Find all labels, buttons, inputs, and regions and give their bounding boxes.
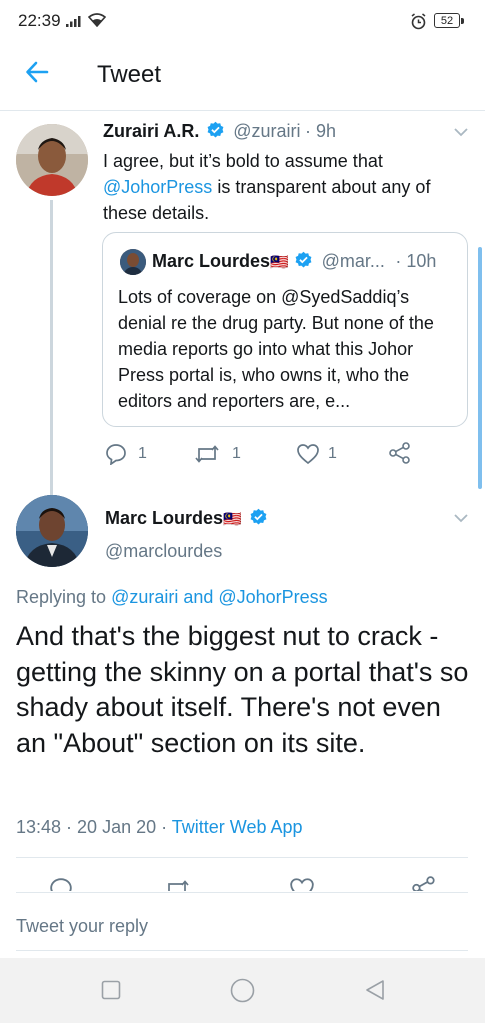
reply-input[interactable]: Tweet your reply xyxy=(16,916,148,937)
thread-line xyxy=(50,200,53,495)
reply-count: 1 xyxy=(138,445,147,462)
tweet-meta: 13:48 · 20 Jan 20 · Twitter Web App xyxy=(16,817,303,838)
divider xyxy=(16,857,468,858)
retweet-count: 1 xyxy=(232,445,241,462)
replying-to: Replying to @zurairi and @JohorPress xyxy=(16,587,328,608)
tweet-text-part: I agree, but it’s bold to assume that xyxy=(103,151,383,171)
like-icon[interactable] xyxy=(296,443,320,465)
chevron-down-icon[interactable] xyxy=(453,510,469,526)
author-name[interactable]: Zurairi A.R. xyxy=(103,121,199,141)
flag-icon: 🇲🇾 xyxy=(223,511,242,528)
quote-header: Marc Lourdes🇲🇾 @mar... · 10h xyxy=(152,251,436,272)
app-bar xyxy=(0,40,485,111)
verified-icon xyxy=(294,251,313,270)
divider xyxy=(16,892,468,893)
battery-tip xyxy=(461,18,464,24)
replying-prefix: Replying to xyxy=(16,587,112,607)
like-count: 1 xyxy=(328,445,337,462)
tweet-header: Zurairi A.R. @zurairi · 9h xyxy=(103,121,336,142)
wifi-icon xyxy=(88,13,106,27)
quote-time: · 10h xyxy=(395,251,437,271)
recents-button-icon[interactable] xyxy=(101,980,121,1000)
tweet-text: I agree, but it’s bold to assume that @J… xyxy=(103,148,473,226)
reply-icon[interactable] xyxy=(49,877,73,891)
home-button-icon[interactable] xyxy=(230,978,255,1003)
avatar-marc[interactable] xyxy=(16,495,88,567)
tweet-time: · 9h xyxy=(305,121,337,141)
scrollbar[interactable] xyxy=(478,247,482,489)
retweet-icon[interactable] xyxy=(193,443,221,465)
quote-text: Lots of coverage on @SyedSaddiq’s denial… xyxy=(118,287,434,411)
source-link[interactable]: Twitter Web App xyxy=(172,817,303,837)
chevron-down-icon[interactable] xyxy=(453,124,469,140)
back-arrow-icon[interactable] xyxy=(24,59,50,85)
status-time: 22:39 xyxy=(18,11,61,30)
quote-avatar xyxy=(120,249,146,275)
share-icon[interactable] xyxy=(411,875,437,891)
quote-author-name: Marc Lourdes xyxy=(152,251,271,271)
reply-icon[interactable] xyxy=(105,443,127,465)
author-name[interactable]: Marc Lourdes xyxy=(105,508,223,528)
tweet-timestamp: 13:48 · 20 Jan 20 · xyxy=(16,817,172,837)
share-icon[interactable] xyxy=(388,441,412,465)
main-author: Marc Lourdes🇲🇾 xyxy=(105,508,268,529)
verified-icon xyxy=(206,121,225,140)
alarm-icon xyxy=(410,13,427,30)
verified-icon xyxy=(249,508,268,527)
like-icon[interactable] xyxy=(289,877,315,891)
signal-icon xyxy=(66,15,84,27)
author-handle: @zurairi xyxy=(233,121,301,141)
quote-handle: @mar... xyxy=(321,251,385,271)
mention-link[interactable]: @JohorPress xyxy=(103,177,212,197)
tweet-text: And that's the biggest nut to crack - ge… xyxy=(16,621,469,758)
retweet-icon[interactable] xyxy=(163,878,191,891)
flag-icon: 🇲🇾 xyxy=(270,254,289,271)
replying-to-link[interactable]: @zurairi and @JohorPress xyxy=(111,587,328,607)
avatar-zurairi[interactable] xyxy=(16,124,88,196)
author-handle: @marclourdes xyxy=(105,541,223,561)
battery-icon: 52 xyxy=(434,13,460,28)
page-title: Tweet xyxy=(97,61,162,88)
back-button-icon[interactable] xyxy=(364,979,386,1001)
divider xyxy=(16,950,468,951)
